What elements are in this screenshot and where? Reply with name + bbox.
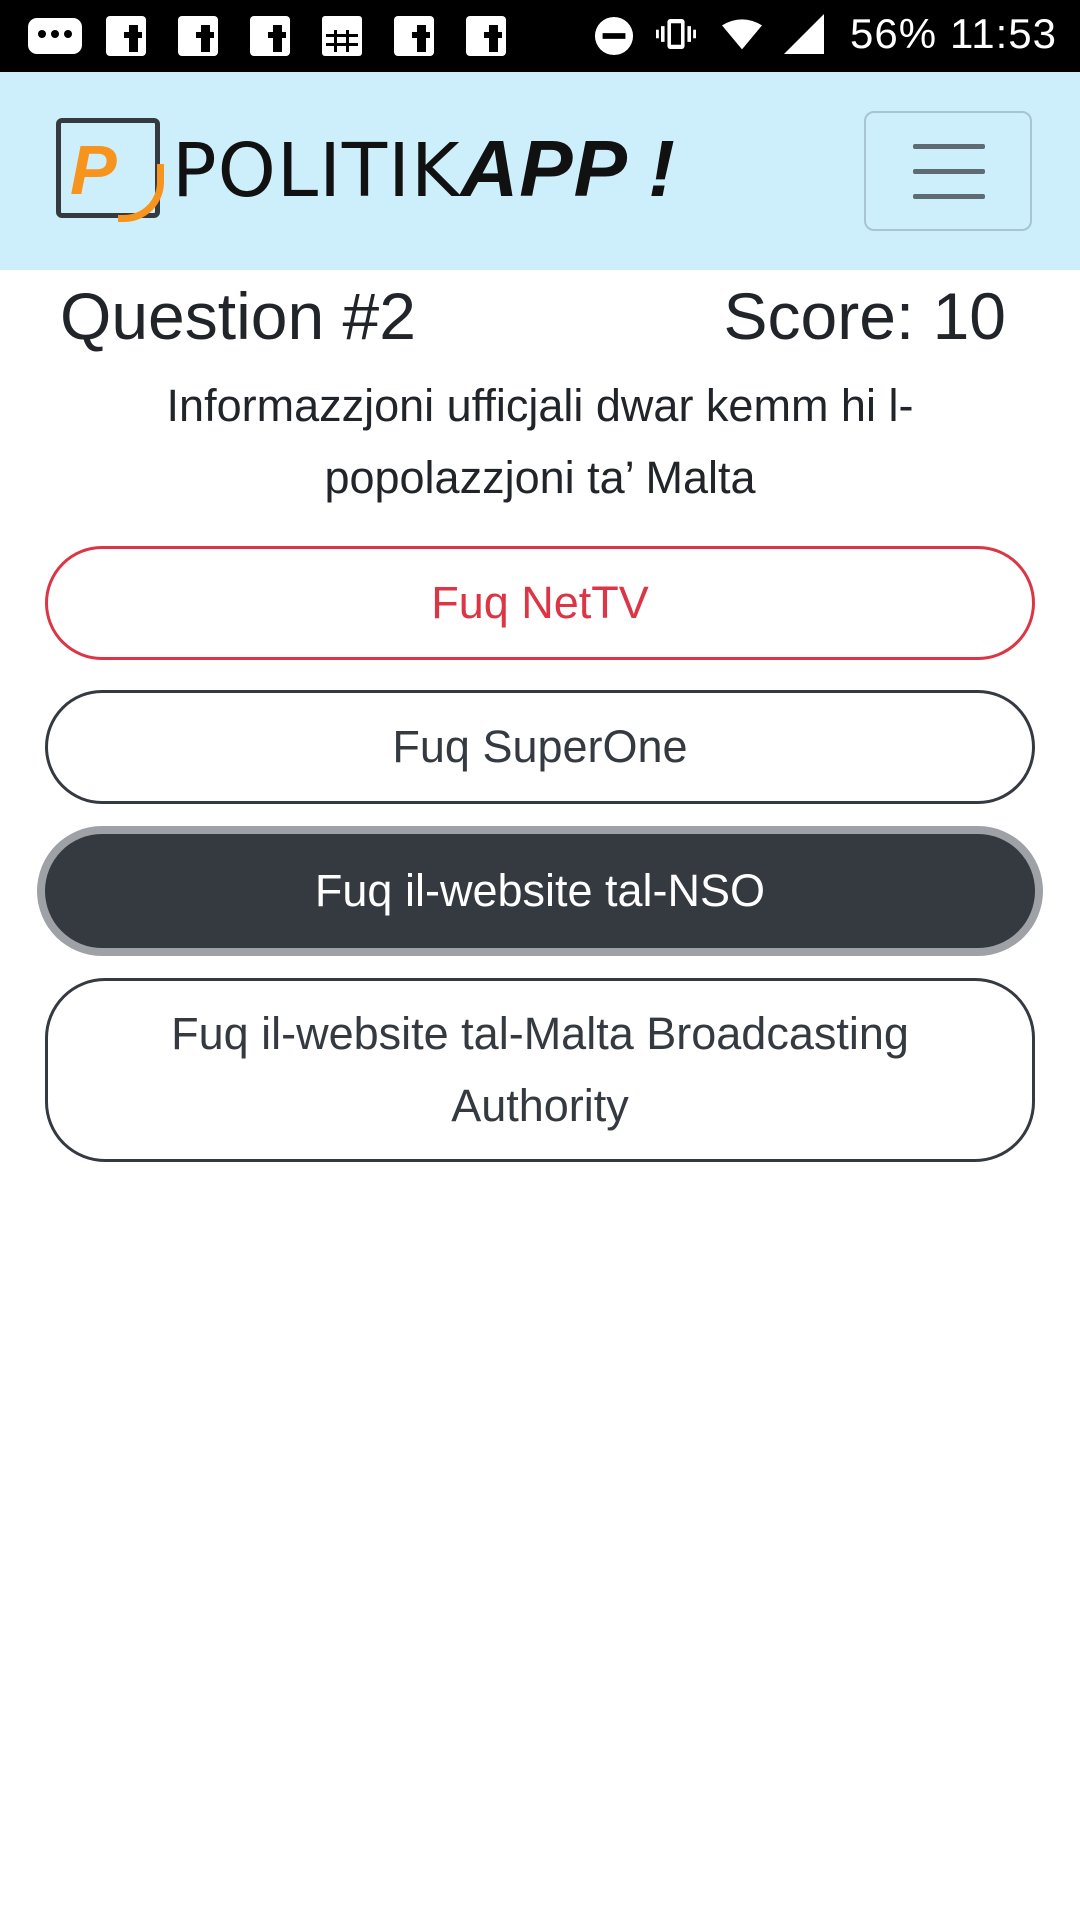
signal-icon xyxy=(784,14,824,54)
clock: 11:53 xyxy=(950,10,1057,57)
facebook-icon xyxy=(466,16,506,56)
answer-button-1[interactable]: Fuq NetTV xyxy=(45,546,1035,660)
facebook-icon xyxy=(106,16,146,56)
battery-percent: 56% xyxy=(850,10,938,57)
answer-label: Fuq SuperOne xyxy=(392,721,688,772)
question-number: Question #2 xyxy=(60,279,416,353)
answer-label: Fuq il-website tal-Malta Broadcasting Au… xyxy=(171,1008,909,1131)
message-icon xyxy=(28,18,82,54)
menu-toggle-button[interactable] xyxy=(864,111,1032,231)
brand-bold-text: APP ! xyxy=(460,124,676,213)
status-bar: 56% 11:53 xyxy=(0,0,1080,72)
facebook-icon xyxy=(178,16,218,56)
question-text: Informazzjoni ufficjali dwar kemm hi l-p… xyxy=(166,380,914,503)
facebook-icon xyxy=(394,16,434,56)
answer-button-2[interactable]: Fuq SuperOne xyxy=(45,690,1035,804)
grid-icon xyxy=(322,16,362,56)
score-label: Score: 10 xyxy=(723,279,1007,353)
answer-label: Fuq il-website tal-NSO xyxy=(314,865,766,916)
answer-label: Fuq NetTV xyxy=(431,577,649,628)
do-not-disturb-icon xyxy=(594,16,634,56)
answer-button-3[interactable]: Fuq il-website tal-NSO xyxy=(45,834,1035,948)
vibrate-icon xyxy=(656,19,696,49)
brand-light-text: POLITIK xyxy=(172,128,461,214)
answer-button-4[interactable]: Fuq il-website tal-Malta Broadcasting Au… xyxy=(45,978,1035,1162)
brand-name[interactable]: POLITIKAPP ! xyxy=(172,124,676,216)
navbar: P POLITIKAPP ! xyxy=(0,72,1080,270)
facebook-icon xyxy=(250,16,290,56)
wifi-icon xyxy=(722,19,762,50)
logo-letter: P xyxy=(70,131,117,209)
